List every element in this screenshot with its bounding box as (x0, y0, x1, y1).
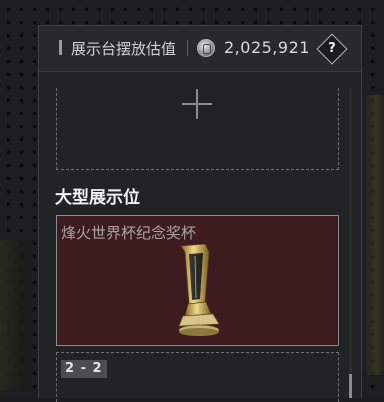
scrollbar[interactable] (349, 88, 352, 398)
empty-display-slot[interactable] (56, 88, 339, 170)
background-object-left (0, 240, 36, 390)
panel-header: 展示台摆放估值 2,025,921 ? (39, 26, 361, 72)
trophy-icon (178, 244, 220, 336)
showcase-panel: 展示台摆放估值 2,025,921 ? 大型展示位 烽火世界杯纪念奖杯 2 - … (38, 25, 362, 402)
coin-icon (197, 39, 215, 57)
item-name: 烽火世界杯纪念奖杯 (61, 224, 197, 242)
valuation-value: 2,025,921 (224, 38, 310, 57)
slot-tag: 2 - 2 (61, 360, 107, 378)
next-display-slot[interactable]: 2 - 2 (56, 352, 339, 402)
header-title: 展示台摆放估值 (71, 40, 177, 58)
section-title: 大型展示位 (55, 188, 140, 208)
scrollbar-thumb[interactable] (349, 374, 352, 398)
background-object-right (366, 95, 384, 375)
header-separator (187, 40, 188, 56)
help-button[interactable]: ? (316, 33, 348, 65)
help-icon: ? (328, 41, 336, 56)
large-display-slot[interactable]: 烽火世界杯纪念奖杯 (56, 215, 339, 346)
header-accent-bar (59, 40, 62, 55)
plus-icon-vertical (196, 89, 198, 119)
